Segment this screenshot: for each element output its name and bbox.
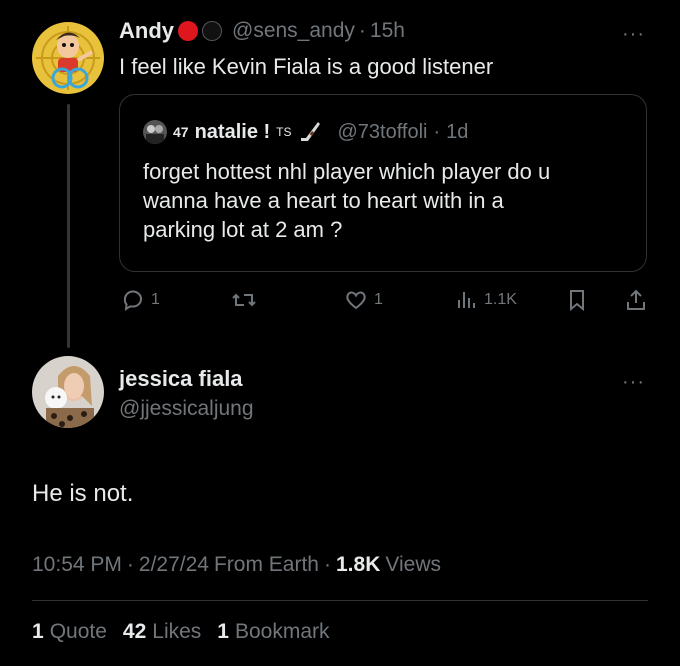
bookmarks-count[interactable]: 1 [217, 620, 229, 644]
post-date[interactable]: 2/27/24 [139, 553, 209, 577]
likes-label[interactable]: Likes [152, 620, 201, 644]
quote-text-line: forget hottest nhl player which player d… [143, 159, 551, 184]
quote-text-line: parking lot at 2 am ? [143, 217, 343, 242]
reply-icon [123, 290, 142, 311]
hockey-stick-icon [300, 122, 320, 141]
author-name[interactable]: Andy [119, 18, 174, 44]
views-label: Views [385, 553, 441, 576]
photo-avatar-icon [32, 356, 104, 428]
views-count: 1.1K [484, 291, 517, 308]
photo-avatar-icon [143, 120, 167, 144]
separator: · [126, 553, 134, 576]
more-options-icon[interactable]: ··· [622, 372, 645, 392]
tweet-meta: 10:54 PM · 2/27/24 From Earth · 1.8K Vie… [32, 553, 441, 577]
tweet-header: Andy @sens_andy · 15h [119, 16, 405, 46]
red-circle-icon [178, 21, 198, 41]
quote-author-name[interactable]: natalie ! [195, 121, 271, 144]
quote-suffix: TS [276, 125, 292, 139]
like-button[interactable]: 1 [344, 288, 383, 312]
reply-text: He is not. [32, 480, 134, 507]
avatar[interactable] [32, 22, 104, 94]
quote-author-handle[interactable]: @73toffoli [338, 121, 428, 144]
quote-separator: · [433, 120, 441, 143]
avatar[interactable] [32, 356, 104, 428]
quotes-count[interactable]: 1 [32, 620, 44, 644]
share-icon [627, 289, 645, 310]
share-button[interactable] [624, 288, 648, 312]
cartoon-avatar-icon [32, 22, 104, 94]
black-circle-icon [202, 21, 222, 41]
quote-header: 47 natalie ! TS @73toffoli · 1d [143, 118, 468, 146]
separator: · [358, 19, 366, 42]
reply-author-name[interactable]: jessica fiala [119, 366, 243, 392]
thread-line [67, 104, 70, 348]
likes-count[interactable]: 42 [123, 620, 146, 644]
more-options-icon[interactable]: ··· [622, 24, 645, 44]
views-count: 1.8K [336, 553, 381, 576]
bookmark-button[interactable] [566, 288, 588, 312]
quote-text: forget hottest nhl player which player d… [143, 157, 638, 244]
quote-prefix: 47 [173, 124, 189, 140]
separator: · [324, 553, 331, 576]
quotes-label[interactable]: Quote [50, 620, 107, 644]
views-chart-icon [458, 292, 475, 308]
reply-button[interactable]: 1 [121, 288, 160, 312]
post-source: From Earth [213, 553, 319, 576]
reply-count: 1 [151, 291, 160, 308]
like-count: 1 [374, 291, 383, 308]
post-time[interactable]: 10:54 PM [32, 553, 122, 577]
retweet-button[interactable] [231, 288, 257, 312]
reply-author-handle[interactable]: @jjessicaljung [119, 397, 254, 421]
quote-text-line: wanna have a heart to heart with in a [143, 188, 504, 213]
tweet-text: I feel like Kevin Fiala is a good listen… [119, 54, 494, 79]
quote-avatar [143, 120, 167, 144]
timestamp[interactable]: 15h [370, 19, 405, 43]
retweet-icon [232, 293, 256, 307]
engagement-stats: 1 Quote 42 Likes 1 Bookmark [32, 620, 330, 644]
heart-icon [346, 291, 366, 310]
bookmarks-label[interactable]: Bookmark [235, 620, 330, 644]
divider [32, 600, 648, 601]
views-button[interactable]: 1.1K [456, 288, 517, 312]
bookmark-icon [570, 290, 584, 312]
author-handle[interactable]: @sens_andy [232, 19, 355, 43]
quote-timestamp[interactable]: 1d [446, 121, 468, 144]
